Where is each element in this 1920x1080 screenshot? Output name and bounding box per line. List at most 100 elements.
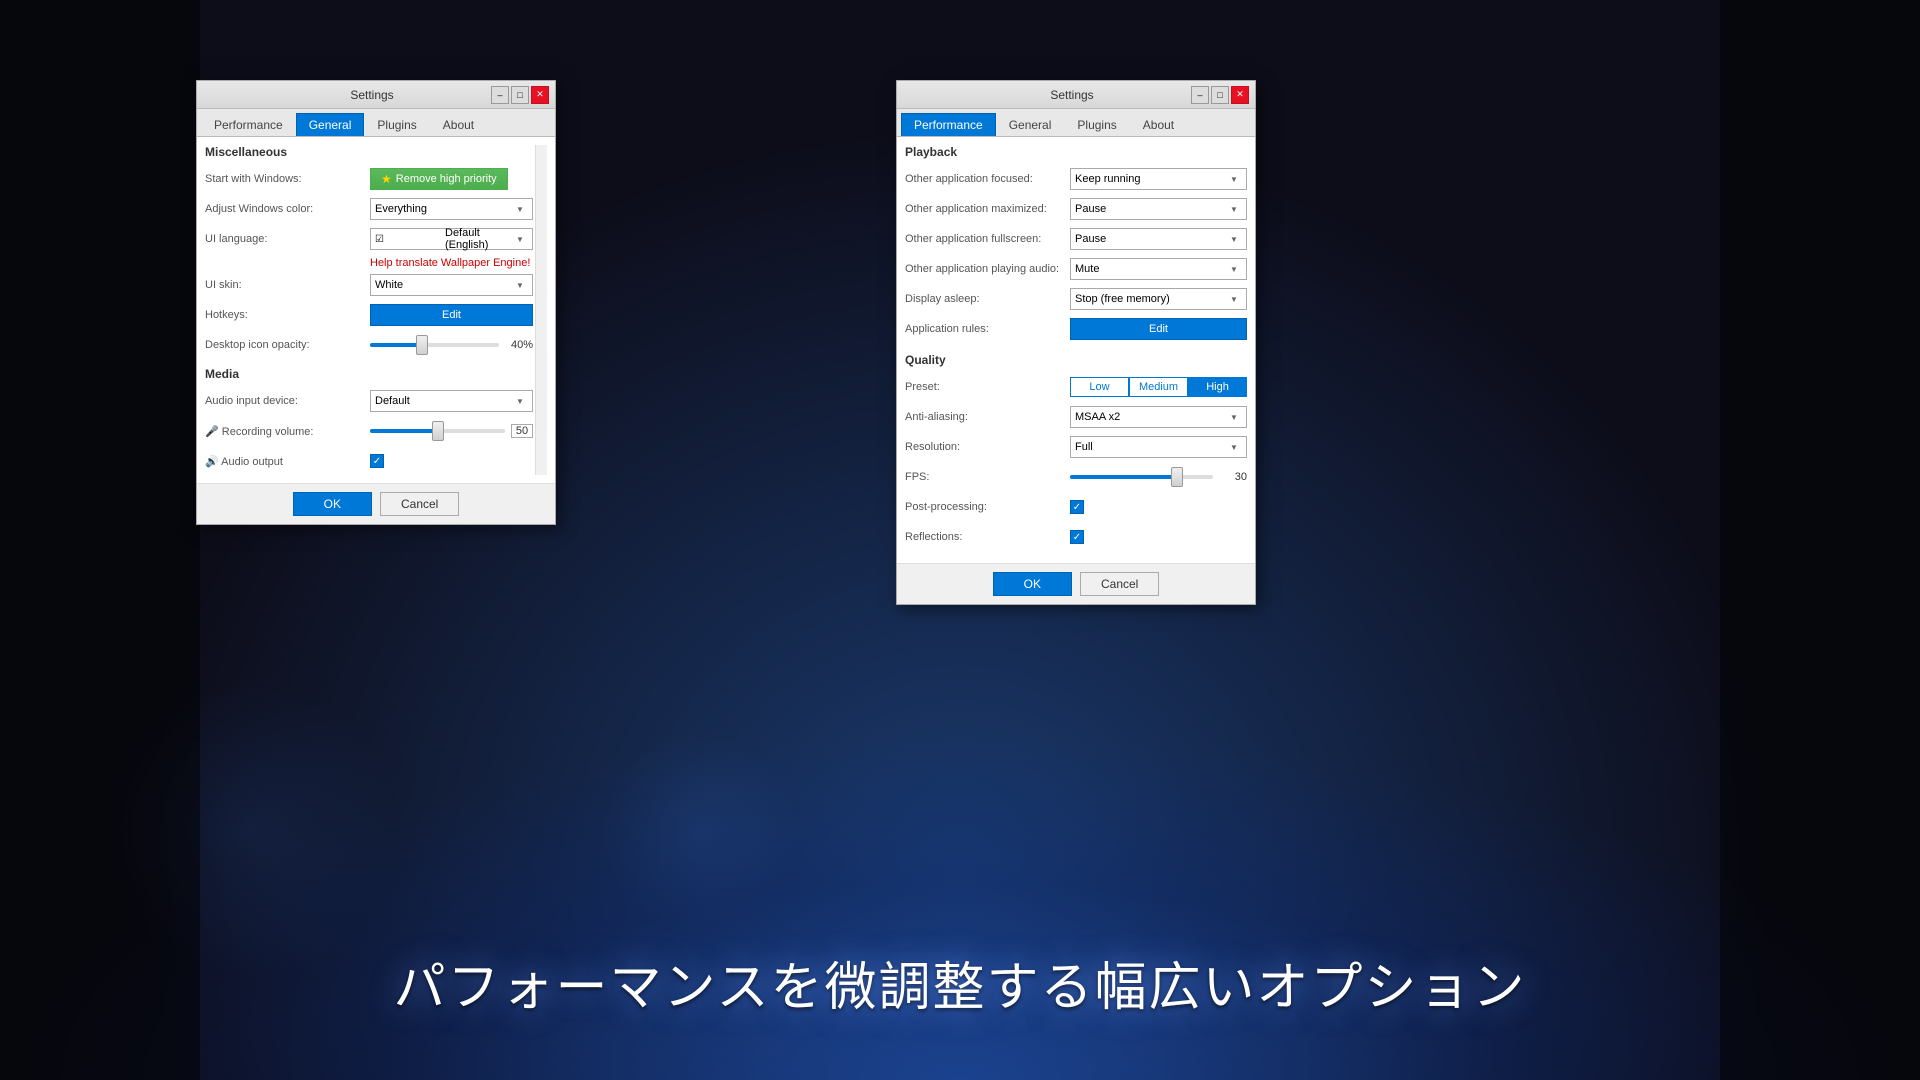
reflections-row: Reflections: ✓ xyxy=(905,525,1247,549)
subtitle: パフォーマンスを微調整する幅広いオプション xyxy=(0,945,1920,1020)
resolution-dropdown[interactable]: Full ▼ xyxy=(1070,436,1247,458)
restore-button-general[interactable]: □ xyxy=(511,86,529,104)
other-app-audio-label: Other application playing audio: xyxy=(905,263,1070,275)
misc-section-header: Miscellaneous xyxy=(205,145,533,159)
other-app-maximized-arrow: ▼ xyxy=(1226,201,1242,217)
hotkeys-label: Hotkeys: xyxy=(205,309,370,321)
anti-aliasing-control: MSAA x2 ▼ xyxy=(1070,406,1247,428)
recording-volume-track[interactable] xyxy=(370,429,505,433)
adjust-windows-color-arrow: ▼ xyxy=(512,201,528,217)
other-app-maximized-dropdown[interactable]: Pause ▼ xyxy=(1070,198,1247,220)
fps-thumb[interactable] xyxy=(1171,467,1183,487)
close-button-performance[interactable]: ✕ xyxy=(1231,86,1249,104)
post-processing-label: Post-processing: xyxy=(905,501,1070,513)
settings-dialog-performance: Settings – □ ✕ Performance General Plugi… xyxy=(896,80,1256,605)
audio-output-label: 🔊 Audio output xyxy=(205,455,370,468)
tab-general-perf[interactable]: General xyxy=(996,113,1065,136)
ui-skin-dropdown[interactable]: White ▼ xyxy=(370,274,533,296)
adjust-windows-color-dropdown[interactable]: Everything ▼ xyxy=(370,198,533,220)
dialog1-ok-button[interactable]: OK xyxy=(293,492,372,516)
minimize-button-performance[interactable]: – xyxy=(1191,86,1209,104)
tab-general-general[interactable]: General xyxy=(296,113,365,136)
fps-slider-container: 30 xyxy=(1070,471,1247,483)
preset-medium-button[interactable]: Medium xyxy=(1129,377,1188,397)
dialog2-title: Settings xyxy=(953,88,1191,102)
minimize-button-general[interactable]: – xyxy=(491,86,509,104)
start-with-windows-label: Start with Windows: xyxy=(205,173,370,185)
desktop-opacity-value: 40% xyxy=(505,339,533,351)
other-app-maximized-row: Other application maximized: Pause ▼ xyxy=(905,197,1247,221)
titlebar-performance: Settings – □ ✕ xyxy=(897,81,1255,109)
tab-about-perf[interactable]: About xyxy=(1130,113,1187,136)
fps-label: FPS: xyxy=(905,471,1070,483)
hotkeys-edit-button[interactable]: Edit xyxy=(370,304,533,326)
recording-volume-thumb[interactable] xyxy=(432,421,444,441)
recording-volume-row: 🎤 Recording volume: 50 xyxy=(205,419,533,443)
tab-performance-perf[interactable]: Performance xyxy=(901,113,996,136)
other-app-audio-row: Other application playing audio: Mute ▼ xyxy=(905,257,1247,281)
titlebar-general: Settings – □ ✕ xyxy=(197,81,555,109)
restore-button-performance[interactable]: □ xyxy=(1211,86,1229,104)
dialog2-cancel-button[interactable]: Cancel xyxy=(1080,572,1159,596)
post-processing-checkbox[interactable]: ✓ xyxy=(1070,500,1084,514)
desktop-opacity-slider-container: 40% xyxy=(370,339,533,351)
anti-aliasing-dropdown[interactable]: MSAA x2 ▼ xyxy=(1070,406,1247,428)
ui-skin-control: White ▼ xyxy=(370,274,533,296)
desktop-opacity-track[interactable] xyxy=(370,343,499,347)
hotkeys-row: Hotkeys: Edit xyxy=(205,303,533,327)
preset-low-button[interactable]: Low xyxy=(1070,377,1129,397)
audio-output-checkbox[interactable]: ✓ xyxy=(370,454,384,468)
resolution-label: Resolution: xyxy=(905,441,1070,453)
other-app-fullscreen-dropdown[interactable]: Pause ▼ xyxy=(1070,228,1247,250)
settings-dialog-general: Settings – □ ✕ Performance General Plugi… xyxy=(196,80,556,525)
bg-dark-left xyxy=(0,0,200,1080)
tab-plugins-general[interactable]: Plugins xyxy=(364,113,429,136)
tab-plugins-perf[interactable]: Plugins xyxy=(1064,113,1129,136)
dialog2-ok-button[interactable]: OK xyxy=(993,572,1072,596)
tab-bar-performance: Performance General Plugins About xyxy=(897,109,1255,137)
other-app-focused-dropdown[interactable]: Keep running ▼ xyxy=(1070,168,1247,190)
tab-about-general[interactable]: About xyxy=(430,113,487,136)
application-rules-edit-button[interactable]: Edit xyxy=(1070,318,1247,340)
dialog1-title: Settings xyxy=(253,88,491,102)
adjust-windows-color-control: Everything ▼ xyxy=(370,198,533,220)
ui-language-row: UI language: ☑ Default (English) ▼ xyxy=(205,227,533,251)
scrollbar-general[interactable] xyxy=(535,145,547,475)
audio-output-control: ✓ xyxy=(370,454,533,468)
fps-track[interactable] xyxy=(1070,475,1213,479)
display-asleep-dropdown[interactable]: Stop (free memory) ▼ xyxy=(1070,288,1247,310)
fps-fill xyxy=(1070,475,1177,479)
speaker-icon: 🔊 xyxy=(205,456,219,468)
close-button-general[interactable]: ✕ xyxy=(531,86,549,104)
remove-high-priority-button[interactable]: ★ Remove high priority xyxy=(370,168,508,190)
audio-input-dropdown[interactable]: Default ▼ xyxy=(370,390,533,412)
reflections-checkbox[interactable]: ✓ xyxy=(1070,530,1084,544)
star-icon: ★ xyxy=(381,172,392,186)
fps-value: 30 xyxy=(1219,471,1247,483)
other-app-focused-arrow: ▼ xyxy=(1226,171,1242,187)
tab-performance-general[interactable]: Performance xyxy=(201,113,296,136)
preset-buttons: Low Medium High xyxy=(1070,377,1247,397)
mic-icon: 🎤 xyxy=(205,426,219,438)
audio-input-arrow: ▼ xyxy=(512,393,528,409)
ui-language-control: ☑ Default (English) ▼ xyxy=(370,228,533,250)
translate-link[interactable]: Help translate Wallpaper Engine! xyxy=(370,257,533,269)
adjust-windows-color-row: Adjust Windows color: Everything ▼ xyxy=(205,197,533,221)
titlebar-buttons-general: – □ ✕ xyxy=(491,86,549,104)
dialog1-cancel-button[interactable]: Cancel xyxy=(380,492,459,516)
resolution-control: Full ▼ xyxy=(1070,436,1247,458)
anti-aliasing-arrow: ▼ xyxy=(1226,409,1242,425)
preset-high-button[interactable]: High xyxy=(1188,377,1247,397)
dialog2-content: Playback Other application focused: Keep… xyxy=(897,137,1255,563)
desktop-opacity-thumb[interactable] xyxy=(416,335,428,355)
other-app-audio-dropdown[interactable]: Mute ▼ xyxy=(1070,258,1247,280)
tab-bar-general: Performance General Plugins About xyxy=(197,109,555,137)
fps-control: 30 xyxy=(1070,471,1247,483)
recording-volume-label: 🎤 Recording volume: xyxy=(205,425,370,438)
other-app-focused-control: Keep running ▼ xyxy=(1070,168,1247,190)
recording-volume-value: 50 xyxy=(511,424,533,438)
other-app-fullscreen-control: Pause ▼ xyxy=(1070,228,1247,250)
playback-section-header: Playback xyxy=(905,145,1247,159)
preset-control: Low Medium High xyxy=(1070,377,1247,397)
ui-language-dropdown[interactable]: ☑ Default (English) ▼ xyxy=(370,228,533,250)
